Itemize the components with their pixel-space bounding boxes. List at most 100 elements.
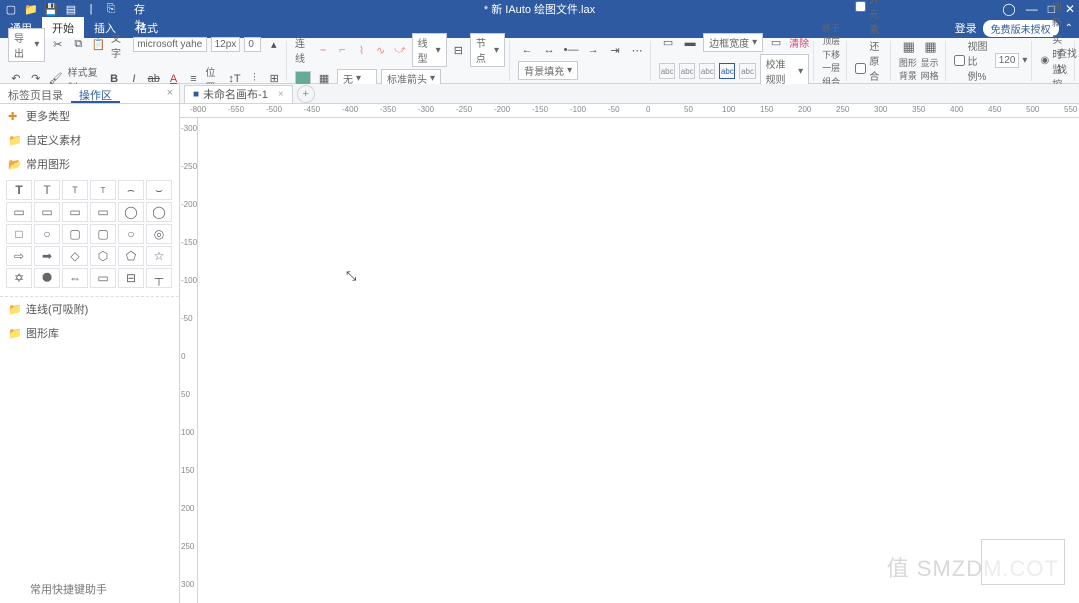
shape-circle4[interactable]: ○ xyxy=(118,224,144,244)
sidebar-item-common-shapes[interactable]: 📂 常用图形 xyxy=(0,152,179,176)
line-endpoints-icon[interactable]: ⊟ xyxy=(451,41,466,59)
border-color-icon[interactable]: ▭ xyxy=(767,34,785,52)
line-style-dropdown[interactable]: 线型 ▾ xyxy=(412,33,447,67)
connector-arc-icon[interactable]: ⤻ xyxy=(392,41,407,59)
find-button[interactable]: 查找 xyxy=(1057,45,1077,60)
font-size-input[interactable]: 12px xyxy=(211,37,241,52)
shape-tee[interactable]: ┬ xyxy=(146,268,172,288)
shape-label-box4[interactable]: ▭ xyxy=(90,202,116,222)
print-icon[interactable]: ▤ xyxy=(64,2,78,16)
sidebar-item-shape-lib[interactable]: 📁 图形库 xyxy=(0,321,179,345)
shape-text[interactable]: T xyxy=(34,180,60,200)
login-link[interactable]: 登录 xyxy=(955,20,977,36)
save-icon[interactable]: 💾 xyxy=(44,2,58,16)
align-rule-dropdown[interactable]: 校准规则▾ xyxy=(760,54,810,88)
shape-text-tiny[interactable]: T xyxy=(90,180,116,200)
shape-star[interactable]: ☆ xyxy=(146,246,172,266)
export-dropdown[interactable]: 导出 ▾ xyxy=(8,28,45,62)
shape-text-small[interactable]: T xyxy=(62,180,88,200)
minimap-box[interactable] xyxy=(981,539,1065,585)
shape-ring[interactable]: ◎ xyxy=(146,224,172,244)
folder-icon: 📁 xyxy=(8,303,20,315)
border-width-dropdown[interactable]: 边框宽度 ▾ xyxy=(703,33,763,52)
text-box-style2[interactable]: abc xyxy=(679,63,695,79)
add-tab-button[interactable]: + xyxy=(297,85,315,103)
shape-curve-left[interactable]: ⌢ xyxy=(118,180,144,200)
font-family-input[interactable]: microsoft yahe xyxy=(133,37,206,52)
view-bg-button[interactable]: ▦ 图形背景 xyxy=(899,39,919,82)
connector-straight-icon[interactable]: ⎯ xyxy=(316,41,331,59)
shape-label-box2[interactable]: ▭ xyxy=(34,202,60,222)
save-as-icon[interactable]: ⎘ xyxy=(104,2,118,16)
shape-note[interactable]: ▭ xyxy=(90,268,116,288)
open-icon[interactable]: 📁 xyxy=(24,2,38,16)
shape-diamond[interactable]: ◇ xyxy=(62,246,88,266)
shape-text-bold[interactable]: T xyxy=(6,180,32,200)
shape-pentagon[interactable]: ⬠ xyxy=(118,246,144,266)
shape-label-box3[interactable]: ▭ xyxy=(62,202,88,222)
copy-icon[interactable]: ⧉ xyxy=(70,36,87,54)
document-tab[interactable]: ■ 未命名画布-1 × xyxy=(184,85,293,103)
more-arrows-icon[interactable]: ⋯ xyxy=(628,41,646,59)
restore-merge-checkbox[interactable] xyxy=(855,63,866,74)
text-box-style4[interactable]: abc xyxy=(719,63,735,79)
border-style1-icon[interactable]: ▭ xyxy=(659,34,677,52)
sidebar-item-more-types[interactable]: ✚ 更多类型 xyxy=(0,104,179,128)
sidebar-tab-workspace[interactable]: 操作区 xyxy=(71,84,120,103)
fill-clear-label[interactable]: 清除 xyxy=(789,35,809,50)
shape-arrow-double[interactable]: ⇔ xyxy=(62,268,88,288)
show-grid-button[interactable]: ▦ 显示网格 xyxy=(921,39,941,82)
shape-rounded2[interactable]: ▢ xyxy=(90,224,116,244)
shape-circle3[interactable]: ○ xyxy=(34,224,60,244)
shape-hexagon[interactable]: ⬡ xyxy=(90,246,116,266)
arrow-seq-icon[interactable]: ⇥ xyxy=(606,41,624,59)
sidebar-item-connectors[interactable]: 📁 连线(可吸附) xyxy=(0,296,179,321)
shape-square[interactable]: □ xyxy=(6,224,32,244)
font-inc-icon[interactable]: ▴ xyxy=(265,36,282,54)
shape-arrow-fill[interactable]: ➡ xyxy=(34,246,60,266)
border-style2-icon[interactable]: ▬ xyxy=(681,34,699,52)
shape-rounded1[interactable]: ▢ xyxy=(62,224,88,244)
text-unit-dropdown[interactable]: 背景填充▾ xyxy=(518,61,578,80)
minimize-icon[interactable]: — xyxy=(1026,2,1038,16)
sidebar-item-custom-assets[interactable]: 📁 自定义素材 xyxy=(0,128,179,152)
arrow-dot-icon[interactable]: •— xyxy=(562,41,580,59)
user-icon[interactable]: ◯ xyxy=(1002,2,1015,16)
shape-circle2[interactable]: ◯ xyxy=(146,202,172,222)
shape-octagon[interactable]: ⯃ xyxy=(34,268,60,288)
indent-input[interactable]: 0 xyxy=(244,37,261,52)
send-back-button[interactable]: 下移一层 xyxy=(822,48,842,74)
shape-label-box1[interactable]: ▭ xyxy=(6,202,32,222)
arrow-left-icon[interactable]: ← xyxy=(518,41,536,59)
sidebar-close-icon[interactable]: × xyxy=(161,84,179,103)
replace-button[interactable]: 找 xyxy=(1057,61,1077,76)
canvas[interactable]: ⤡ xyxy=(198,118,1079,603)
new-icon[interactable]: ▢ xyxy=(4,2,18,16)
node-dropdown[interactable]: 节点 ▾ xyxy=(470,33,505,67)
text-box-style5[interactable]: abc xyxy=(739,63,755,79)
full-refresh-button[interactable]: 全局刷新 xyxy=(1052,0,1070,29)
close-tab-icon[interactable]: × xyxy=(278,89,284,100)
connector-zigzag-icon[interactable]: ⌇ xyxy=(354,41,369,59)
arrow-right-icon[interactable]: → xyxy=(584,41,602,59)
merge-elem-checkbox[interactable] xyxy=(855,1,866,12)
paste-icon[interactable]: 📋 xyxy=(91,36,108,54)
text-box-style3[interactable]: abc xyxy=(699,63,715,79)
bring-front-button[interactable]: 移于顶层 xyxy=(822,21,842,47)
cut-icon[interactable]: ✂ xyxy=(49,36,66,54)
connector-curve-icon[interactable]: ∿ xyxy=(373,41,388,59)
shape-curve-right[interactable]: ⌣ xyxy=(146,180,172,200)
shape-arrow-right[interactable]: ⇨ xyxy=(6,246,32,266)
shortcut-helper-link[interactable]: 常用快捷键助手 xyxy=(30,581,107,597)
sidebar-tab-toc[interactable]: 标签页目录 xyxy=(0,84,71,103)
view-ratio-input[interactable]: 120 xyxy=(995,53,1020,68)
shape-star6[interactable]: ✡ xyxy=(6,268,32,288)
view-ratio-checkbox[interactable] xyxy=(954,55,965,66)
text-box-style1[interactable]: abc xyxy=(659,63,675,79)
connector-elbow-icon[interactable]: ⌐ xyxy=(335,41,350,59)
arrow-both-icon[interactable]: ↔ xyxy=(540,41,558,59)
shape-circle1[interactable]: ◯ xyxy=(118,202,144,222)
save-as-label[interactable]: 另存为 xyxy=(134,2,148,16)
view-ratio-dropdown-icon[interactable]: ▾ xyxy=(1022,55,1027,66)
shape-split[interactable]: ⊟ xyxy=(118,268,144,288)
